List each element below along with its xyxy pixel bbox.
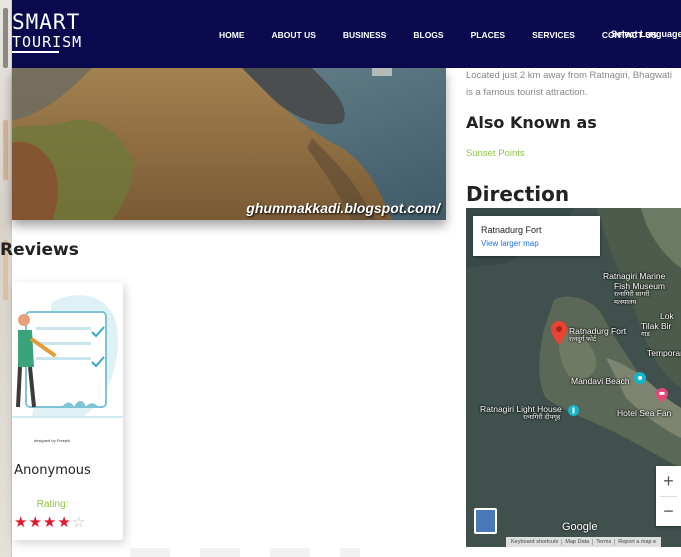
map-place-card: Ratnadurg Fort View larger map xyxy=(473,216,600,256)
nav-about-us[interactable]: ABOUT US xyxy=(272,30,316,40)
map-attribution-bar: Keyboard shortcuts Map Data Terms Report a … xyxy=(506,537,662,547)
language-selector[interactable]: Select Language xyxy=(611,29,681,39)
nav-places[interactable]: PLACES xyxy=(471,30,505,40)
star-filled-icon: ★ xyxy=(28,514,43,531)
review-card: designed by Freepik Anonymous Rating: ★★… xyxy=(12,282,123,540)
page: SMART TOURISM HOME ABOUT US BUSINESS BLO… xyxy=(0,0,681,557)
terms-link[interactable]: Terms xyxy=(593,539,616,545)
embedded-map[interactable]: Ratnadurg Fort View larger map Ratnagiri… xyxy=(466,208,681,547)
top-navbar: SMART TOURISM HOME ABOUT US BUSINESS BLO… xyxy=(12,0,681,68)
map-label-text: Ratnadurg Fort xyxy=(569,326,627,336)
illustration-credit: designed by Freepik xyxy=(34,438,71,443)
star-filled-icon: ★ xyxy=(42,514,58,531)
map-label-marine-museum-2[interactable]: Fish Museum रत्नागिरी सागरी मत्स्यालय xyxy=(614,282,665,307)
hotel-poi-icon[interactable] xyxy=(656,388,668,402)
strip-thumb xyxy=(3,120,8,180)
map-zoom-controls: + − xyxy=(656,466,681,526)
zoom-divider xyxy=(660,496,677,497)
map-marker-pin-icon[interactable] xyxy=(551,321,567,345)
nav-home[interactable]: HOME xyxy=(219,30,245,40)
reviews-heading: Reviews xyxy=(0,240,79,260)
faded-footer-artifact xyxy=(130,548,360,557)
main-menu: HOME ABOUT US BUSINESS BLOGS PLACES SERV… xyxy=(219,30,657,40)
map-label-hotel[interactable]: Hotel Sea Fan xyxy=(617,409,671,418)
nav-business[interactable]: BUSINESS xyxy=(343,30,386,40)
star-filled-icon: ★ xyxy=(14,514,29,531)
map-label-local: रत्नदुर्ग फोर्ट xyxy=(569,336,597,343)
reviewer-name: Anonymous xyxy=(14,463,91,478)
rating-stars: ★★★★☆ xyxy=(14,513,86,531)
zoom-in-button[interactable]: + xyxy=(656,466,681,496)
strip-thumb xyxy=(3,8,8,68)
site-logo[interactable]: SMART TOURISM xyxy=(12,10,83,53)
nav-services[interactable]: SERVICES xyxy=(532,30,575,40)
map-label-marine-museum[interactable]: Ratnagiri Marine xyxy=(603,272,665,281)
place-description: Located just 2 km away from Ratnagiri, B… xyxy=(466,67,681,101)
map-label-lighthouse[interactable]: Ratnagiri Light House रत्नागिरी दीपगृह xyxy=(480,405,562,422)
reviewer-illustration xyxy=(12,295,123,418)
map-label-text: Tilak Bir xyxy=(641,321,672,331)
also-known-as-heading: Also Known as xyxy=(466,113,597,132)
view-larger-map-link[interactable]: View larger map xyxy=(481,239,539,248)
map-label-local: गाड xyxy=(641,331,650,338)
description-line: is a famous tourist attraction. xyxy=(466,87,588,98)
logo-line-2: TOURISM xyxy=(12,33,83,53)
description-line: Located just 2 km away from Ratnagiri, B… xyxy=(466,70,672,81)
keyboard-shortcuts-link[interactable]: Keyboard shortcuts xyxy=(508,539,563,545)
also-known-as-value: Sunset Points xyxy=(466,148,525,159)
logo-line-1: SMART xyxy=(12,10,81,34)
map-label-text: Fish Museum xyxy=(614,281,666,291)
beach-poi-icon[interactable] xyxy=(634,372,646,384)
place-photo: ghummakkadi.blogspot.com/ xyxy=(12,68,446,220)
lighthouse-poi-icon[interactable] xyxy=(568,405,579,416)
map-label-text: Ratnagiri Marine xyxy=(603,271,666,281)
map-label-temporary[interactable]: Temporar xyxy=(647,349,681,358)
zoom-out-button[interactable]: − xyxy=(656,496,681,526)
nav-blogs[interactable]: BLOGS xyxy=(413,30,443,40)
rating-label: Rating: xyxy=(36,499,69,510)
direction-heading: Direction xyxy=(466,182,570,206)
map-data-link[interactable]: Map Data xyxy=(562,539,594,545)
coastal-cliff-image xyxy=(12,68,446,220)
photo-watermark: ghummakkadi.blogspot.com/ xyxy=(246,200,440,216)
map-label-local: रत्नागिरी दीपगृह xyxy=(523,414,561,421)
map-label-text: Ratnagiri Light House xyxy=(480,404,562,414)
map-label-fort[interactable]: Ratnadurg Fort रत्नदुर्ग फोर्ट xyxy=(569,327,626,344)
map-label-local: मत्स्यालय xyxy=(614,299,637,306)
star-filled-icon: ★ xyxy=(57,514,72,531)
browser-side-strip xyxy=(0,0,12,557)
report-map-error-link[interactable]: Report a map e xyxy=(615,539,659,545)
google-logo: Google xyxy=(562,521,598,533)
map-label-tilak[interactable]: Tilak Bir गाड xyxy=(641,322,671,339)
map-label-local: रत्नागिरी सागरी xyxy=(614,291,650,298)
map-label-lok[interactable]: Lok xyxy=(660,312,674,321)
street-view-pegman-icon[interactable] xyxy=(474,508,497,534)
map-label-mandavi[interactable]: Mandavi Beach xyxy=(571,377,630,386)
star-empty-icon: ☆ xyxy=(71,514,87,531)
map-place-title: Ratnadurg Fort xyxy=(481,225,542,235)
